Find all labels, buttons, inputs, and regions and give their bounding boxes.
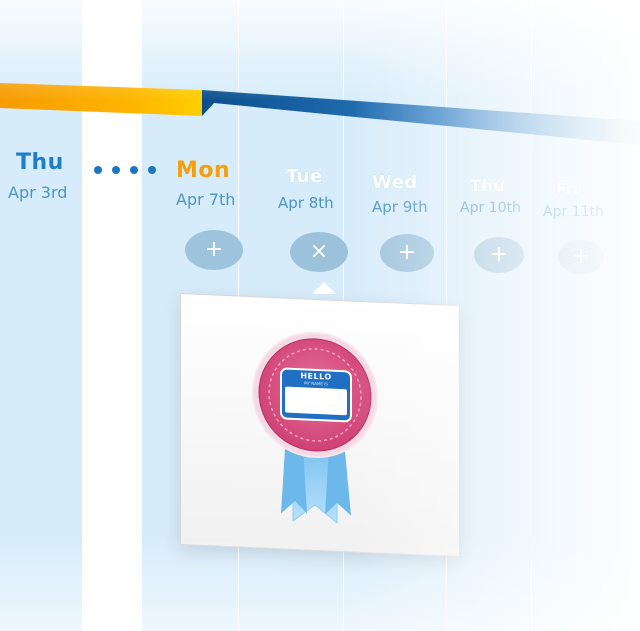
name-tag-ribbon-icon: [252, 331, 378, 524]
day-label: Fri: [556, 180, 580, 198]
remove-event-button-apr8[interactable]: ×: [290, 232, 348, 272]
day-label-today: Mon: [176, 158, 231, 183]
date-label: Apr 11th: [543, 204, 604, 220]
timeline-past-segment: [0, 83, 214, 116]
plus-icon: +: [489, 242, 509, 267]
add-event-button-apr10[interactable]: +: [474, 237, 524, 273]
date-label: Apr 9th: [372, 198, 428, 216]
add-event-button-apr9[interactable]: +: [380, 234, 434, 272]
date-label: Apr 10th: [460, 200, 521, 216]
add-event-button-apr11[interactable]: +: [558, 240, 604, 274]
event-popover[interactable]: HELLO MY NAME IS: [180, 293, 460, 558]
timeline-future-segment: [202, 90, 640, 145]
date-label: Apr 8th: [278, 194, 334, 212]
popover-pointer: [312, 282, 336, 294]
day-label: Thu: [470, 176, 506, 195]
plus-icon: +: [397, 240, 417, 265]
day-label: Wed: [372, 172, 418, 193]
date-label: Apr 7th: [176, 190, 236, 209]
plus-icon: +: [571, 244, 591, 269]
add-event-button-apr7[interactable]: +: [185, 230, 243, 270]
plus-icon: +: [204, 237, 224, 262]
calendar-scene: Thu Apr 3rd Mon Apr 7th Tue Apr 8th Wed …: [0, 0, 640, 631]
close-icon: ×: [309, 239, 329, 264]
date-label: Apr 3rd: [8, 183, 68, 202]
dotted-connector: [94, 166, 156, 174]
day-label: Thu: [16, 150, 64, 175]
day-label: Tue: [286, 166, 323, 187]
